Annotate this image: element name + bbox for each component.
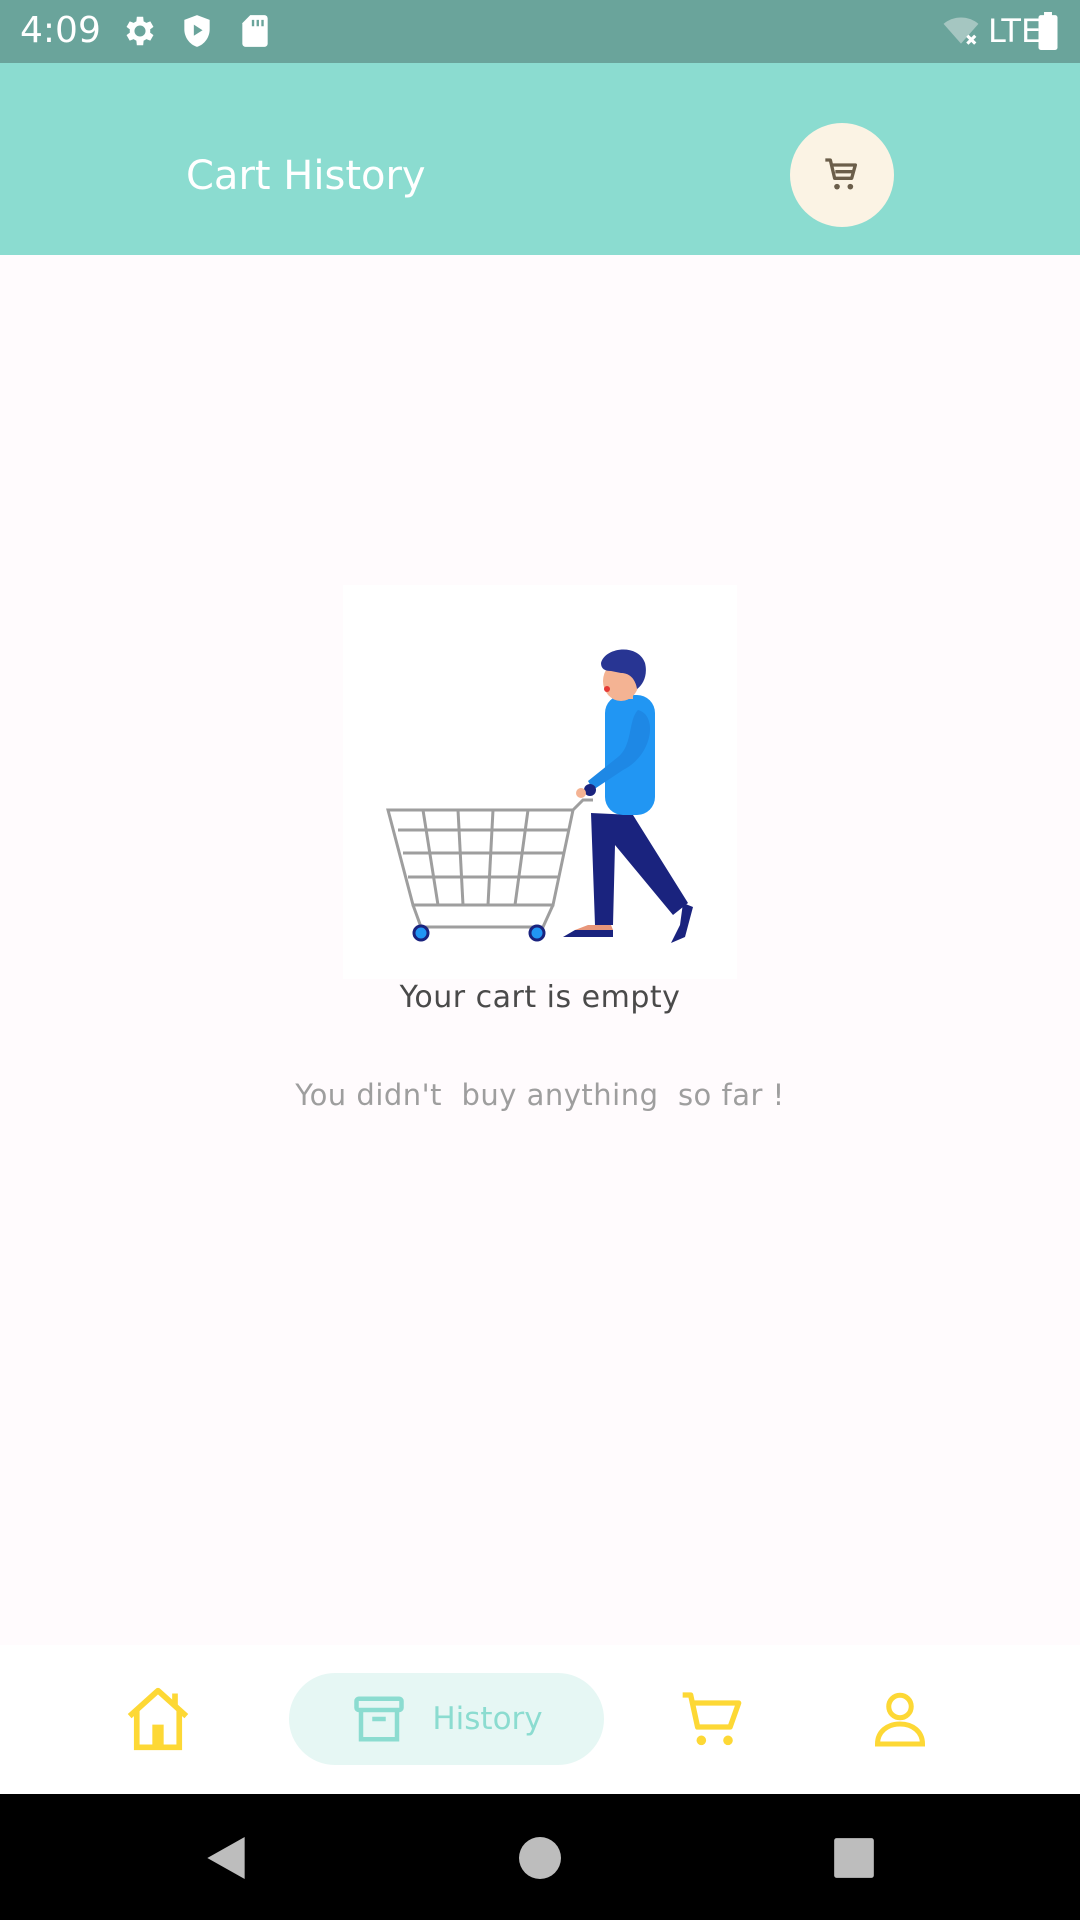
status-bar: 4:09 LTE xyxy=(0,0,1080,63)
home-icon xyxy=(127,1687,189,1751)
person-icon xyxy=(874,1692,926,1747)
recents-icon[interactable] xyxy=(826,1830,882,1886)
system-navigation-bar xyxy=(0,1794,1080,1920)
wifi-off-icon xyxy=(942,12,980,50)
nav-item-cart[interactable] xyxy=(672,1673,752,1765)
network-type-label: LTE xyxy=(988,12,1042,50)
content-area: Your cart is empty You didn't buy anythi… xyxy=(0,255,1080,1645)
cart-button[interactable] xyxy=(790,123,894,227)
back-icon[interactable] xyxy=(198,1830,254,1886)
empty-state-subtitle: You didn't buy anything so far ! xyxy=(295,1078,785,1112)
cart-icon xyxy=(682,1692,742,1746)
nav-item-home[interactable] xyxy=(118,1673,198,1765)
play-protect-icon xyxy=(178,12,216,50)
status-time: 4:09 xyxy=(20,10,101,51)
bottom-navigation: History xyxy=(0,1645,1080,1794)
app-bar: Cart History xyxy=(0,63,1080,255)
nav-history-label: History xyxy=(432,1701,543,1737)
empty-state-title: Your cart is empty xyxy=(399,980,681,1015)
page-title: Cart History xyxy=(186,153,426,199)
sd-card-icon xyxy=(236,12,274,50)
battery-icon xyxy=(1036,12,1060,50)
nav-item-history[interactable]: History xyxy=(289,1673,604,1765)
home-circle-icon[interactable] xyxy=(512,1830,568,1886)
empty-cart-illustration xyxy=(343,585,737,979)
nav-item-profile[interactable] xyxy=(860,1673,940,1765)
cart-icon xyxy=(825,158,857,190)
settings-icon xyxy=(121,12,159,50)
archive-box-icon xyxy=(354,1696,405,1742)
